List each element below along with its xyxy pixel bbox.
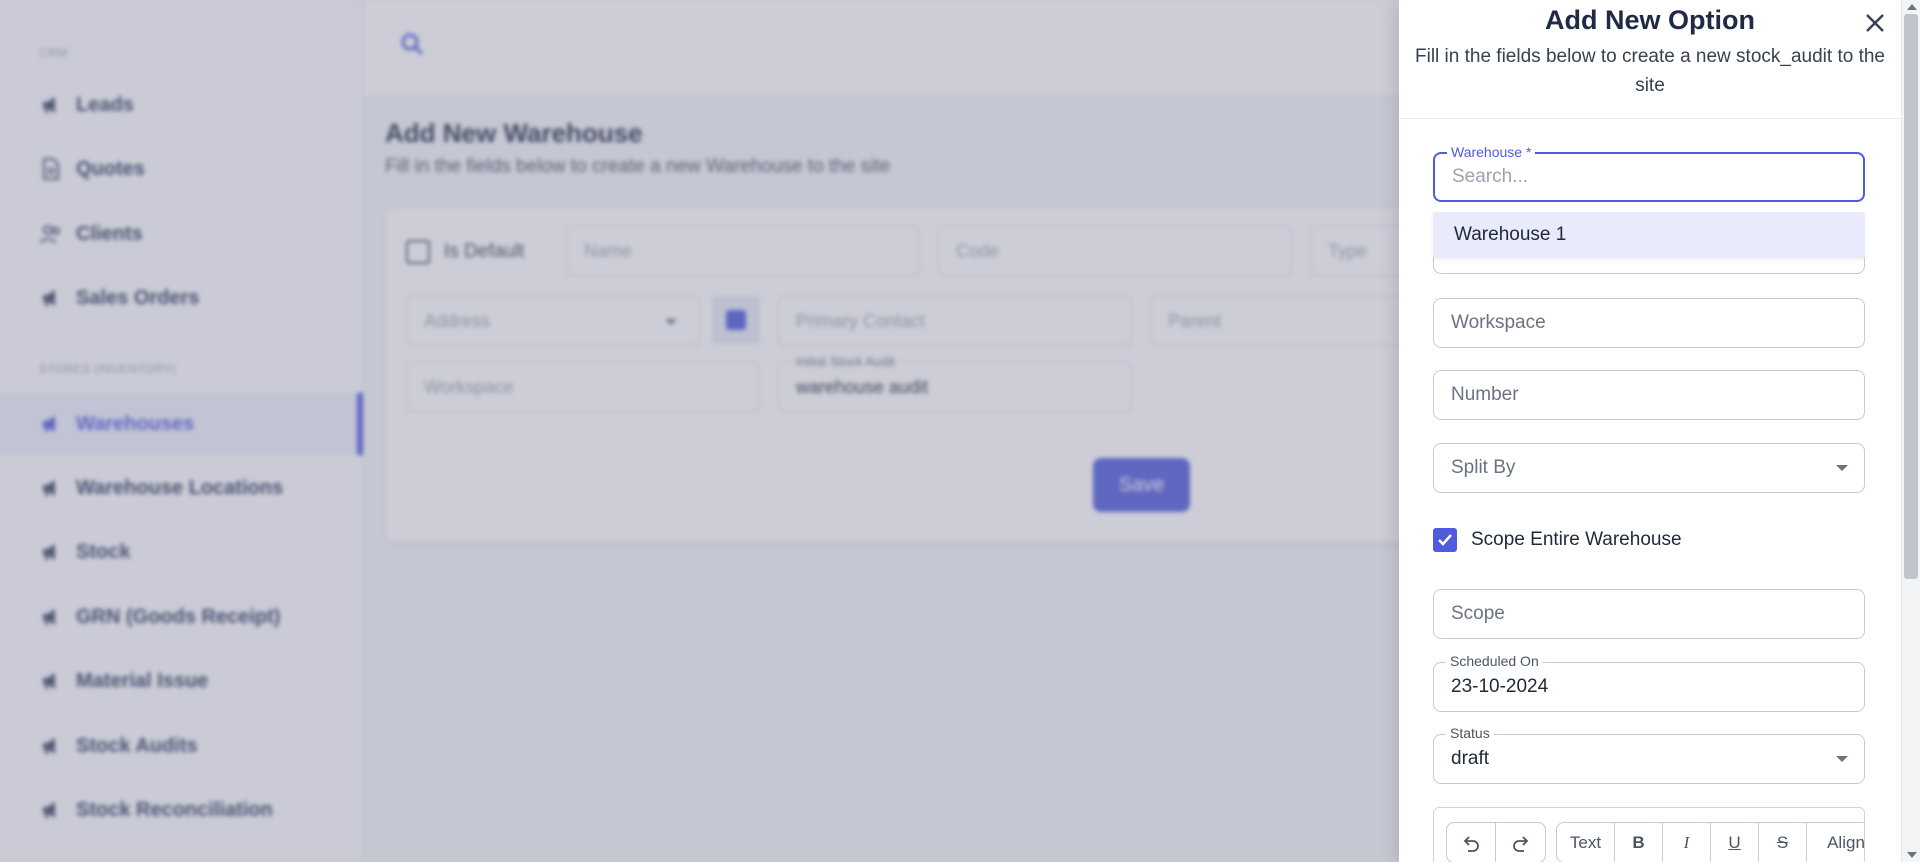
history-toolbar-group	[1446, 822, 1546, 862]
italic-button[interactable]: I	[1663, 823, 1711, 862]
align-button[interactable]: Align	[1807, 823, 1864, 862]
status-value: draft	[1451, 748, 1490, 769]
workspace-field[interactable]: Workspace	[1433, 298, 1865, 348]
rich-text-editor[interactable]: Text B I U S Align	[1433, 807, 1865, 862]
undo-icon	[1463, 835, 1479, 852]
format-toolbar-group: Text B I U S Align	[1556, 822, 1864, 862]
scheduled-on-field[interactable]: Scheduled On 23-10-2024	[1433, 653, 1865, 712]
close-icon[interactable]	[1861, 9, 1889, 37]
scheduled-on-label: Scheduled On	[1446, 653, 1543, 669]
undo-button[interactable]	[1447, 823, 1496, 862]
status-select[interactable]: Status draft	[1433, 725, 1865, 784]
redo-icon	[1512, 835, 1528, 852]
underline-button[interactable]: U	[1711, 823, 1759, 862]
warehouse-autocomplete[interactable]: Warehouse *	[1433, 144, 1865, 202]
status-label: Status	[1446, 725, 1494, 741]
scroll-up-arrow-icon[interactable]	[1907, 4, 1917, 10]
checkmark-icon	[1438, 534, 1452, 546]
number-field[interactable]: Number	[1433, 370, 1865, 420]
warehouse-label: Warehouse *	[1447, 144, 1536, 160]
divider	[1399, 118, 1901, 119]
split-by-select[interactable]: Split By	[1433, 443, 1865, 493]
scope-entire-warehouse-label: Scope Entire Warehouse	[1471, 529, 1682, 550]
scheduled-on-value: 23-10-2024	[1451, 676, 1549, 697]
bold-button[interactable]: B	[1615, 823, 1663, 862]
scope-entire-warehouse-checkbox[interactable]	[1433, 528, 1457, 552]
scroll-thumb[interactable]	[1904, 14, 1918, 579]
drawer-title: Add New Option	[1545, 5, 1755, 35]
strikethrough-button[interactable]: S	[1759, 823, 1807, 862]
chevron-down-icon	[1836, 465, 1848, 471]
add-option-drawer: Add New Option Fill in the fields below …	[1399, 0, 1901, 862]
scroll-down-arrow-icon[interactable]	[1907, 852, 1917, 858]
redo-button[interactable]	[1496, 823, 1545, 862]
scope-field[interactable]: Scope	[1433, 589, 1865, 639]
split-by-value: Split By	[1451, 457, 1516, 478]
warehouse-search-input[interactable]	[1452, 166, 1846, 188]
drawer-scrollbar[interactable]	[1901, 0, 1920, 862]
warehouse-option[interactable]: Warehouse 1	[1433, 212, 1865, 258]
drawer-subtitle: Fill in the fields below to create a new…	[1415, 46, 1885, 96]
chevron-down-icon	[1836, 756, 1848, 762]
text-style-button[interactable]: Text	[1557, 823, 1615, 862]
